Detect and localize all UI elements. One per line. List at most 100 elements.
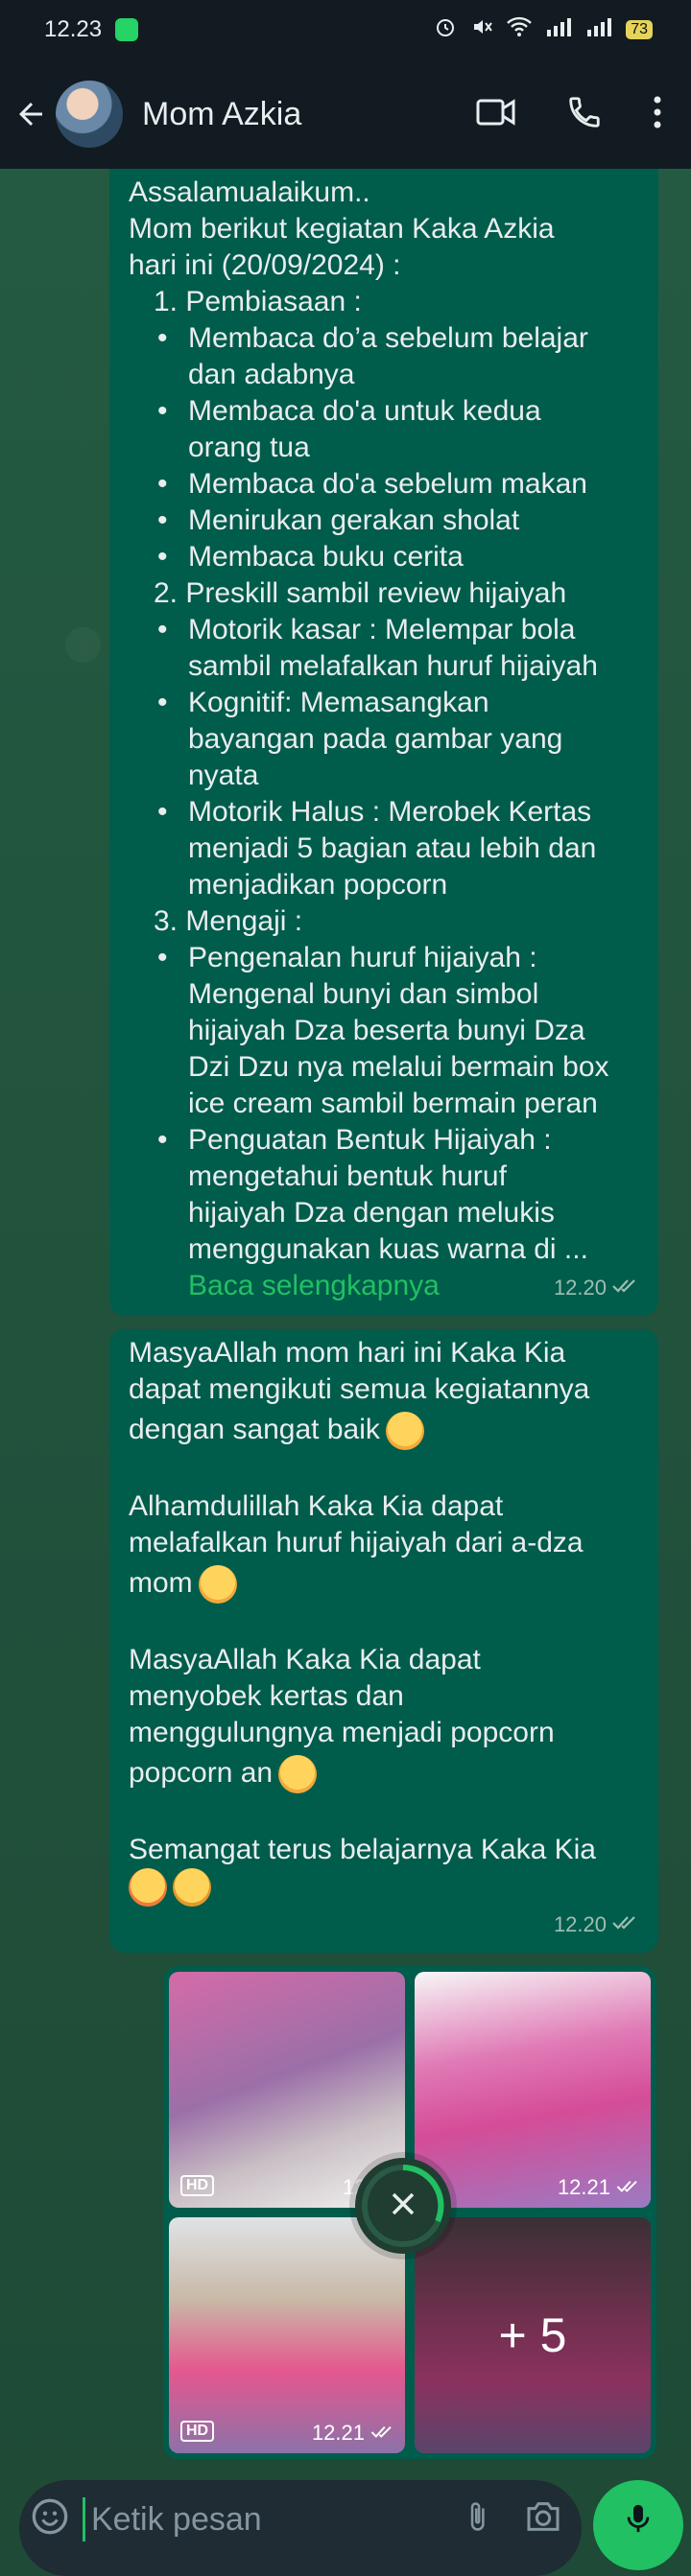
message-time: 12.20 [553,1912,607,1936]
microphone-icon [622,2499,655,2542]
message-line: Semangat terus belajarnya Kaka Kia [129,1834,596,1865]
message-meta: 12.20 [554,1907,639,1943]
bullet-item: • Membaca do’a sebelum belajar [129,320,643,357]
bullet-text: Motorik kasar : Melempar bola [188,614,576,645]
bullet-text-continuation: Dzi Dzu nya melalui bermain box [188,1051,609,1083]
bullet-text-continuation: nyata [188,760,259,791]
message-line: dapat mengikuti semua kegiatannya [129,1373,590,1405]
outgoing-message-activities[interactable]: Assalamualaikum.. Mom berikut kegiatan K… [109,169,658,1316]
smiling-face-icon [278,1755,318,1794]
camera-icon[interactable] [524,2497,562,2541]
message-line: dengan sangat baik [129,1414,380,1445]
bullet-icon: • [157,468,168,500]
photo-time: 12.21 [311,2421,365,2445]
bullet-icon: • [157,322,168,354]
outgoing-message-feedback[interactable]: MasyaAllah mom hari ini Kaka Kia dapat m… [109,1329,658,1953]
signal-icon [545,16,572,44]
mute-icon [470,15,493,45]
bullet-icon: • [157,687,168,718]
cancel-download-button[interactable] [355,2158,451,2254]
bullet-item: • Pengenalan huruf hijaiyah : [129,940,643,976]
bullet-item: • Membaca do'a sebelum makan [129,466,643,503]
smiling-face-icon [385,1412,424,1451]
message-line: MasyaAllah mom hari ini Kaka Kia [129,1337,566,1369]
bullet-text-continuation: hijaiyah Dza dengan melukis [188,1197,555,1229]
bullet-item: • Membaca buku cerita [129,539,643,575]
double-check-icon [616,2175,641,2200]
contact-name[interactable]: Mom Azkia [142,96,301,133]
bullet-text: Menirukan gerakan sholat [188,504,520,536]
bullet-text: Pengenalan huruf hijaiyah : [188,942,537,973]
emoji-icon[interactable] [31,2497,69,2541]
wifi-icon [507,16,533,44]
message-line: MasyaAllah Kaka Kia dapat [129,1644,481,1675]
hugging-face-icon [173,1868,211,1908]
bullet-item: • Menirukan gerakan sholat [129,503,643,539]
message-meta: 12.20 [554,1270,639,1306]
message-line: melafalkan huruf hijaiyah dari a-dza [129,1527,584,1558]
attach-icon[interactable] [461,2497,493,2541]
message-text: Assalamualaikum.. Mom berikut kegiatan K… [129,175,643,1304]
bullet-text: Membaca do'a untuk kedua [188,395,541,427]
bullet-icon: • [157,395,168,427]
bullet-text-continuation: Mengenal bunyi dan simbol [188,978,539,1010]
battery-icon: 73 [626,20,653,39]
message-line: mom [129,1567,193,1599]
bullet-item: • Penguatan Bentuk Hijaiyah : [129,1122,643,1159]
bullet-text-continuation: bayangan pada gambar yang [188,723,563,755]
message-line: menggulungnya menjadi popcorn [129,1717,555,1748]
numbered-heading: 3. Mengaji : [154,905,303,937]
message-time: 12.20 [553,1276,607,1300]
message-line: hari ini (20/09/2024) : [129,249,401,281]
bullet-icon: • [157,1124,168,1156]
voice-call-icon[interactable] [566,94,603,135]
double-check-icon [612,1907,639,1943]
bullet-text-continuation: menjadikan popcorn [188,869,448,901]
double-check-icon [370,2421,395,2446]
signal-icon-2 [585,16,612,44]
bullet-text-continuation: dan adabnya [188,359,355,390]
message-line: Alhamdulillah Kaka Kia dapat [129,1490,504,1522]
hd-badge: HD [180,2175,215,2196]
bullet-icon: • [157,541,168,573]
bullet-text-continuation: ice cream sambil bermain peran [188,1088,598,1119]
bullet-text-continuation: menjadi 5 bagian atau lebih dan [188,832,597,864]
bullet-icon: • [157,614,168,645]
message-line: Mom berikut kegiatan Kaka Azkia [129,213,555,245]
message-line: popcorn an [129,1757,274,1789]
video-call-icon[interactable] [476,96,516,133]
voice-message-button[interactable] [593,2480,683,2570]
bullet-text: Penguatan Bentuk Hijaiyah : [188,1124,552,1156]
bullet-item: • Motorik Halus : Merobek Kertas [129,794,643,831]
alarm-icon [434,15,457,45]
contact-avatar[interactable] [56,81,123,148]
bullet-icon: • [157,504,168,536]
status-time: 12.23 [44,16,103,42]
status-bar: 12.23 73 [0,0,691,59]
message-line: menyobek kertas dan [129,1680,404,1712]
chat-header: Mom Azkia [0,59,691,169]
bullet-item: • Membaca do'a untuk kedua [129,393,643,430]
bullet-text-continuation: sambil melafalkan huruf hijaiyah [188,650,598,682]
hd-badge: HD [180,2421,215,2442]
smiling-face-with-hearts-icon [129,1868,167,1908]
bullet-text-continuation: mengetahui bentuk huruf [188,1160,507,1192]
bullet-text: Kognitif: Memasangkan [188,687,489,718]
bullet-text-continuation: menggunakan kuas warna di ... [188,1233,588,1265]
close-icon [389,2190,417,2223]
numbered-heading: 2. Preskill sambil review hijaiyah [154,577,567,609]
bullet-text: Membaca do’a sebelum belajar [188,322,588,354]
back-arrow-icon[interactable] [13,97,52,131]
bullet-icon: • [157,942,168,973]
message-line: Assalamualaikum.. [129,176,370,208]
bullet-icon: • [157,796,168,828]
header-actions [476,94,662,135]
double-check-icon [612,1270,639,1306]
smiling-face-icon [198,1565,237,1604]
bullet-text: Motorik Halus : Merobek Kertas [188,796,592,828]
message-input[interactable] [83,2497,410,2541]
more-options-icon[interactable] [653,95,662,134]
message-composer [19,2480,582,2576]
message-text: MasyaAllah mom hari ini Kaka Kia dapat m… [129,1335,643,1912]
numbered-heading: 1. Pembiasaan : [154,286,362,317]
